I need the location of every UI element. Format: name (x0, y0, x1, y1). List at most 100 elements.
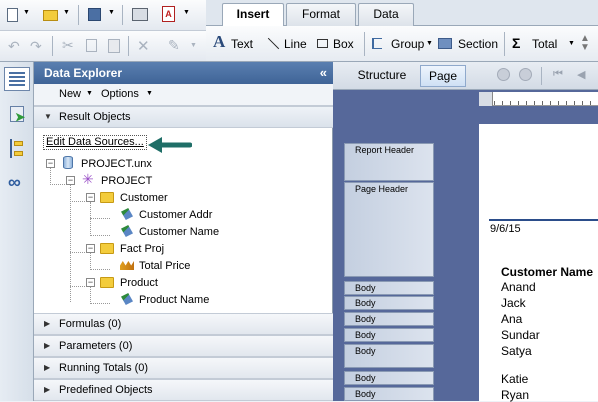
paste-icon[interactable] (108, 39, 120, 53)
tree-node-universe[interactable]: PROJECT.unx (81, 157, 152, 171)
collapse-node-icon[interactable]: − (86, 193, 95, 202)
dropdown-arrow-icon[interactable]: ▼ (426, 40, 433, 47)
undo-icon[interactable]: ↶ (8, 38, 20, 55)
expand-arrow-icon: ▶ (44, 319, 51, 328)
tree-node-project[interactable]: PROJECT (101, 174, 152, 188)
column-header-customer-name[interactable]: Customer Name (501, 265, 593, 279)
dropdown-arrow-icon[interactable]: ▼ (190, 42, 197, 49)
open-folder-icon[interactable] (43, 10, 58, 21)
customer-name-cell[interactable]: Ana (501, 312, 522, 326)
cut-icon[interactable]: ✂ (62, 37, 74, 54)
box-button[interactable]: Box (333, 37, 354, 51)
collapse-arrow-icon: ▼ (44, 112, 52, 121)
dimension-icon (121, 225, 133, 237)
line-icon (267, 37, 280, 50)
section-label-body[interactable]: Body (344, 281, 434, 295)
expand-arrow-icon: ▶ (44, 341, 51, 350)
view-tabs: Structure Page ⏮ ◀ (333, 62, 598, 90)
tree-node-customer-addr[interactable]: Customer Addr (139, 208, 212, 222)
format-painter-icon[interactable]: ✎ (168, 37, 180, 54)
tree-node-customer-folder[interactable]: Customer (120, 191, 168, 205)
total-button[interactable]: Total (532, 37, 557, 51)
customer-name-cell[interactable]: Satya (501, 344, 532, 358)
side-toolbar: ➤ ∞ (0, 62, 34, 401)
first-page-icon[interactable]: ⏮ (553, 68, 563, 81)
dropdown-arrow-icon[interactable]: ▼ (86, 90, 93, 97)
dropdown-arrow-icon[interactable]: ▼ (108, 9, 115, 16)
section-label-report-header[interactable]: Report Header (344, 143, 434, 181)
section-label-page-header[interactable]: Page Header (344, 182, 434, 277)
section-label-body[interactable]: Body (344, 312, 434, 326)
tab-insert[interactable]: Insert (222, 3, 284, 27)
result-objects-section[interactable]: ▼ Result Objects (34, 106, 333, 128)
section-label-body[interactable]: Body (344, 328, 434, 342)
section-label-body[interactable]: Body (344, 387, 434, 401)
folder-icon (100, 277, 114, 288)
prev-icon[interactable]: ◀ (577, 68, 585, 81)
new-document-icon[interactable] (7, 8, 18, 22)
box-icon (317, 39, 328, 48)
collapse-node-icon[interactable]: − (66, 176, 75, 185)
parameters-section[interactable]: ▶ Parameters (0) (34, 335, 333, 357)
data-explorer-icon (9, 72, 25, 86)
tree-node-customer-name[interactable]: Customer Name (139, 225, 219, 239)
result-objects-label: Result Objects (59, 111, 131, 123)
document-structure-icon (14, 141, 23, 146)
section-label-body[interactable]: Body (344, 296, 434, 310)
edit-data-sources-link[interactable]: Edit Data Sources... (43, 135, 147, 150)
options-menu-button[interactable]: Options (101, 88, 139, 100)
new-menu-button[interactable]: New (59, 88, 81, 100)
tree-node-fact-folder[interactable]: Fact Proj (120, 242, 164, 256)
dropdown-arrow-icon[interactable]: ▼ (146, 90, 153, 97)
data-explorer-panel: Data Explorer « New ▼ Options ▼ ▼ Result… (34, 62, 333, 401)
customer-name-cell[interactable]: Sundar (501, 328, 540, 342)
binoculars-icon[interactable]: ∞ (8, 172, 21, 193)
save-icon[interactable] (88, 8, 101, 21)
sum-icon: Σ (512, 35, 521, 51)
text-button[interactable]: Text (231, 37, 253, 51)
tab-format[interactable]: Format (286, 3, 356, 26)
document-structure-icon (14, 151, 23, 156)
collapse-icon[interactable]: « (320, 62, 327, 84)
customer-name-cell[interactable]: Jack (501, 296, 526, 310)
collapse-node-icon[interactable]: − (86, 244, 95, 253)
group-button[interactable]: Group (391, 37, 424, 51)
delete-icon[interactable]: ✕ (137, 37, 150, 55)
section-label-body[interactable]: Body (344, 371, 434, 385)
expand-arrow-icon: ▶ (44, 385, 51, 394)
dropdown-arrow-icon[interactable]: ▼ (23, 9, 30, 16)
customer-name-cell[interactable]: Anand (501, 280, 536, 294)
dropdown-arrow-icon[interactable]: ▼ (63, 9, 70, 16)
dropdown-arrow-icon[interactable]: ▼ (183, 9, 190, 16)
section-label-body[interactable]: Body (344, 344, 434, 368)
customer-name-cell[interactable]: Katie (501, 372, 528, 386)
redo-icon[interactable]: ↷ (30, 38, 42, 55)
tab-page[interactable]: Page (420, 65, 466, 87)
next-page-icon[interactable] (519, 68, 532, 81)
customer-name-cell[interactable]: Ryan (501, 388, 529, 402)
report-date[interactable]: 9/6/15 (490, 223, 521, 235)
copy-icon[interactable] (86, 39, 97, 52)
tree-node-total-price[interactable]: Total Price (139, 259, 190, 273)
line-button[interactable]: Line (284, 37, 307, 51)
running-totals-section[interactable]: ▶ Running Totals (0) (34, 357, 333, 379)
section-button[interactable]: Section (458, 37, 498, 51)
print-icon[interactable] (132, 8, 148, 21)
previous-page-icon[interactable] (497, 68, 510, 81)
callout-arrow-icon (148, 137, 192, 153)
tab-structure[interactable]: Structure (348, 65, 416, 87)
edit-toolbar: ↶ ↷ ✂ ✕ ✎ ▼ (0, 31, 206, 62)
folder-icon (100, 243, 114, 254)
predefined-objects-section[interactable]: ▶ Predefined Objects (34, 379, 333, 401)
tree-node-product-name[interactable]: Product Name (139, 293, 209, 307)
report-objects-icon: ➤ (15, 110, 26, 124)
collapse-node-icon[interactable]: − (86, 278, 95, 287)
dropdown-arrow-icon[interactable]: ▼ (568, 40, 575, 47)
tab-data[interactable]: Data (358, 3, 414, 26)
formulas-section[interactable]: ▶ Formulas (0) (34, 313, 333, 335)
sort-icon[interactable]: ▲ ▼ (580, 34, 590, 53)
universe-icon (63, 156, 73, 169)
tree-node-product-folder[interactable]: Product (120, 276, 158, 290)
pdf-icon[interactable]: A (162, 6, 175, 22)
collapse-node-icon[interactable]: − (46, 159, 55, 168)
